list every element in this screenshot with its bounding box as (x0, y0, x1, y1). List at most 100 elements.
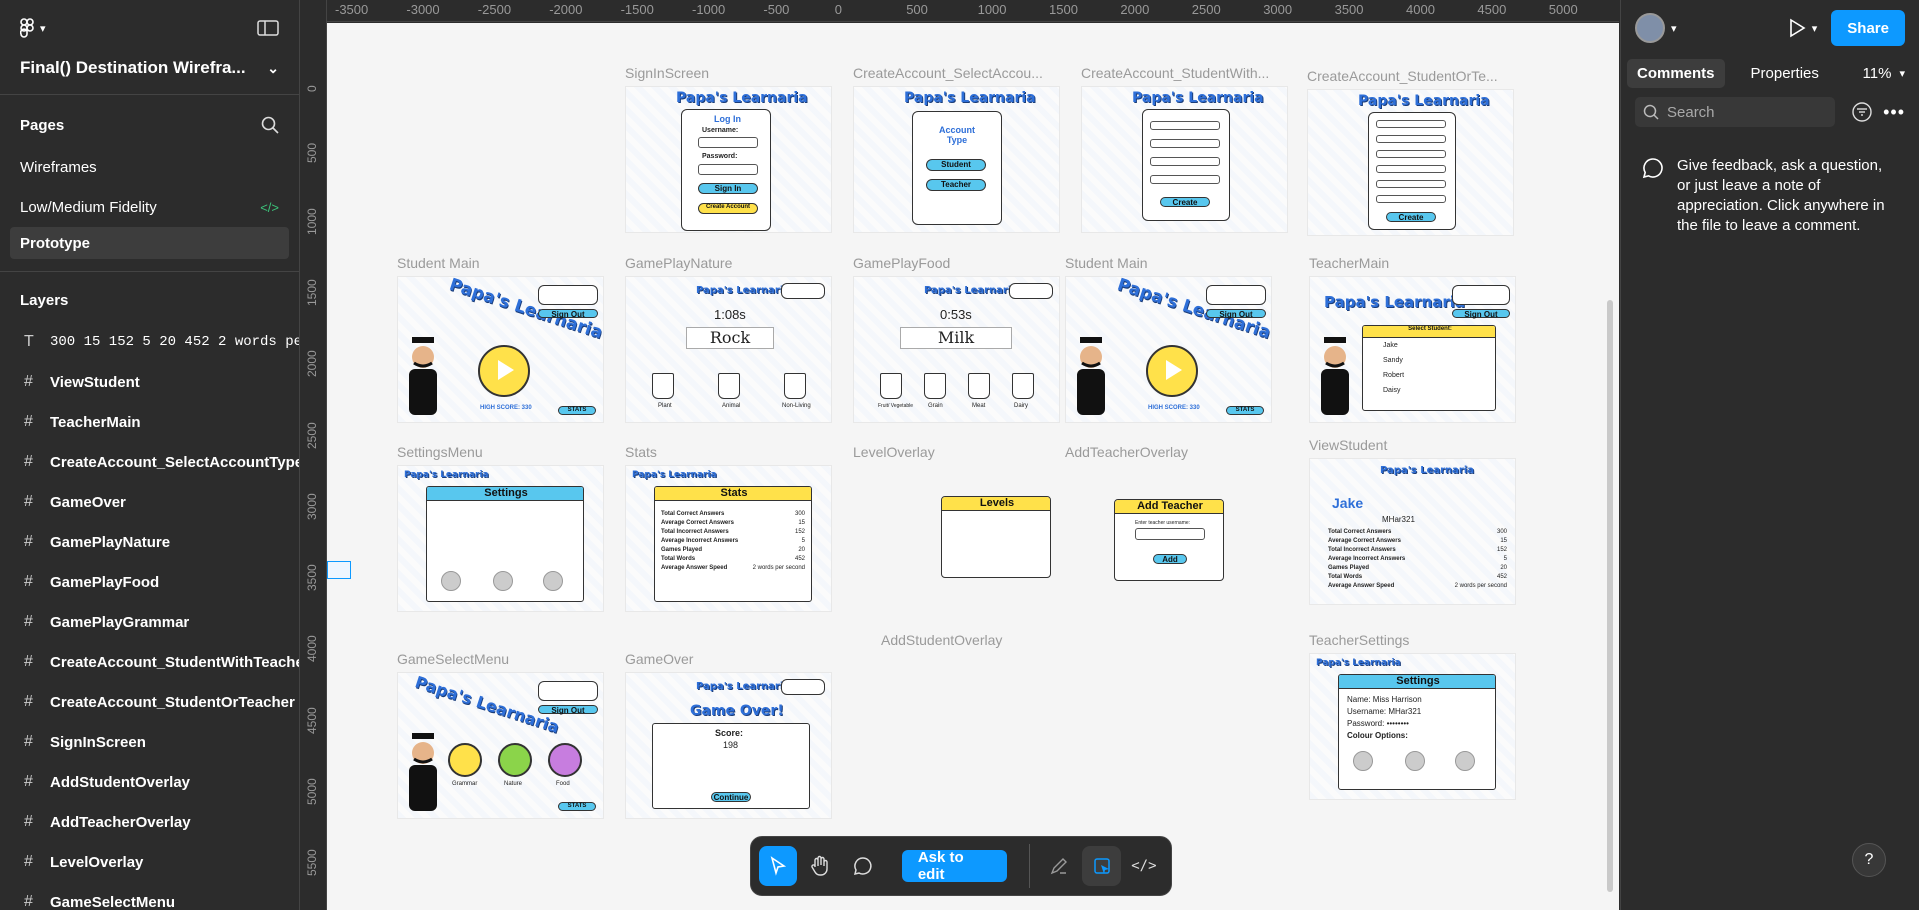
pen-icon (1051, 858, 1068, 875)
frame-stats[interactable]: Papa's Learnaria Stats Total Correct Ans… (625, 465, 832, 612)
bin-icon (718, 373, 740, 399)
more-options-icon[interactable]: ••• (1883, 102, 1905, 123)
layer-item[interactable]: T 300 15 152 5 20 452 2 words per second (0, 322, 299, 362)
frame-label-level[interactable]: LevelOverlay (853, 444, 935, 460)
frame-label-signin[interactable]: SignInScreen (625, 65, 709, 81)
colour-option (1405, 751, 1425, 771)
layer-item[interactable]: # TeacherMain (0, 402, 299, 442)
frame-student-with-teacher[interactable]: Papa's Learnaria Create (1081, 86, 1288, 233)
frame-add-teacher-overlay[interactable]: Add Teacher Enter teacher username: Add (1114, 499, 1224, 581)
frame-view-student[interactable]: Papa's Learnaria Jake MHar321 Total Corr… (1309, 458, 1516, 605)
stat-label: Average Incorrect Answers (661, 538, 739, 544)
chevron-down-icon[interactable]: ⌄ (267, 60, 279, 77)
layer-item[interactable]: # GameOver (0, 482, 299, 522)
frame-label-student-main[interactable]: Student Main (397, 255, 480, 271)
frame-label-student-main-2[interactable]: Student Main (1065, 255, 1148, 271)
stat-label: Average Answer Speed (661, 565, 728, 571)
frame-teacher-main[interactable]: Papa's Learnaria Sign Out Select Student… (1309, 276, 1516, 423)
design-canvas[interactable]: SignInScreen Papa's Learnaria Log In Use… (327, 23, 1619, 910)
user-badge (1206, 285, 1266, 305)
frame-label-settings[interactable]: SettingsMenu (397, 444, 483, 460)
layer-item[interactable]: # GameSelectMenu (0, 882, 299, 910)
tab-comments[interactable]: Comments (1627, 58, 1725, 88)
layer-item[interactable]: # LevelOverlay (0, 842, 299, 882)
stat-value: 300 (1496, 529, 1507, 535)
comments-search-input[interactable]: Search (1635, 97, 1835, 127)
frame-label-orteacher[interactable]: CreateAccount_StudentOrTe... (1307, 68, 1498, 84)
filter-icon[interactable] (1851, 101, 1873, 123)
frame-label-viewstudent[interactable]: ViewStudent (1309, 437, 1387, 453)
layers-heading: Layers (20, 291, 69, 309)
ask-to-edit-button[interactable]: Ask to edit (901, 849, 1008, 883)
comment-tool-button[interactable] (844, 846, 882, 886)
file-title-row[interactable]: Final() Destination Wirefra... ⌄ (0, 56, 299, 80)
layer-item[interactable]: # GamePlayFood (0, 562, 299, 602)
frame-game-select-menu[interactable]: Papa's Learnaria Sign Out Grammar Nature… (397, 672, 604, 819)
present-button[interactable]: ▾ (1788, 18, 1817, 38)
layer-item[interactable]: # ViewStudent (0, 362, 299, 402)
bin-icon (880, 373, 902, 399)
page-item-wireframes[interactable]: Wireframes (0, 147, 299, 187)
layer-item[interactable]: # CreateAccount_SelectAccountType (0, 442, 299, 482)
frame-label-food[interactable]: GamePlayFood (853, 255, 950, 271)
frame-label-addstudent[interactable]: AddStudentOverlay (881, 632, 1002, 648)
main-menu-button[interactable]: ▾ (20, 18, 46, 38)
frame-label-gameover[interactable]: GameOver (625, 651, 693, 667)
stat-label: Total Incorrect Answers (661, 529, 729, 535)
design-mode-button[interactable] (1082, 846, 1121, 886)
move-tool-button[interactable] (759, 846, 798, 886)
canvas-scrollbar[interactable] (1607, 300, 1613, 892)
search-icon[interactable] (261, 116, 279, 134)
frame-label-nature[interactable]: GamePlayNature (625, 255, 732, 271)
dev-mode-button[interactable]: </> (1125, 846, 1163, 886)
layer-item[interactable]: # GamePlayGrammar (0, 602, 299, 642)
frame-label-gameselect[interactable]: GameSelectMenu (397, 651, 509, 667)
hand-tool-button[interactable] (801, 846, 839, 886)
frame-gameplay-food[interactable]: Papa's Learnaria 0:53s Milk Fruit/ Veget… (853, 276, 1060, 423)
ruler-tick: 1500 (305, 279, 319, 306)
frame-label-teacher-main[interactable]: TeacherMain (1309, 255, 1389, 271)
layer-item[interactable]: # AddStudentOverlay (0, 762, 299, 802)
page-item-low-medium-fidelity[interactable]: Low/Medium Fidelity </> (0, 187, 299, 227)
frame-student-main-2[interactable]: Papa's Learnaria Sign Out HIGH SCORE: 33… (1065, 276, 1272, 423)
page-item-prototype[interactable]: Prototype (10, 227, 289, 259)
layer-item[interactable]: # CreateAccount_StudentWithTeacher (0, 642, 299, 682)
layer-item[interactable]: # GamePlayNature (0, 522, 299, 562)
frame-label-teachersettings[interactable]: TeacherSettings (1309, 632, 1409, 648)
stats-header: Stats (655, 487, 811, 501)
tab-properties[interactable]: Properties (1751, 65, 1819, 82)
chevron-down-icon: ▾ (1671, 22, 1677, 35)
frame-select-account[interactable]: Papa's Learnaria Account Type Student Te… (853, 86, 1060, 233)
stat-value: 452 (1496, 574, 1507, 580)
toggle-sidebar-icon[interactable] (257, 20, 279, 36)
frame-label-select[interactable]: CreateAccount_SelectAccou... (853, 65, 1043, 81)
frame-game-over[interactable]: Papa's Learnaria Game Over! Score: 198 C… (625, 672, 832, 819)
frame-icon: # (24, 373, 33, 390)
frame-label-stats[interactable]: Stats (625, 444, 657, 460)
frame-label-addteacher[interactable]: AddTeacherOverlay (1065, 444, 1188, 460)
selected-frame-marker[interactable] (327, 561, 351, 579)
frame-level-overlay[interactable]: Levels (941, 496, 1051, 578)
brand-logo: Papa's Learnaria (1132, 90, 1264, 106)
layer-item[interactable]: # CreateAccount_StudentOrTeacher (0, 682, 299, 722)
frame-student-or-teacher[interactable]: Papa's Learnaria Create (1307, 89, 1514, 236)
frame-teacher-settings[interactable]: Papa's Learnaria Settings Name: Miss Har… (1309, 653, 1516, 800)
settings-header: Settings (427, 487, 583, 501)
layer-item[interactable]: # AddTeacherOverlay (0, 802, 299, 842)
share-button[interactable]: Share (1831, 10, 1905, 46)
frame-gameplay-nature[interactable]: Papa's Learnaria 1:08s Rock Plant Animal… (625, 276, 832, 423)
help-button[interactable]: ? (1852, 843, 1886, 877)
bin-icon (968, 373, 990, 399)
frame-settings-menu[interactable]: Papa's Learnaria Settings (397, 465, 604, 612)
zoom-control[interactable]: 11% ▾ (1863, 65, 1905, 82)
form-field (1376, 165, 1446, 173)
stat-label: Total Correct Answers (1328, 529, 1392, 535)
layer-item[interactable]: # SignInScreen (0, 722, 299, 762)
frame-signin[interactable]: Papa's Learnaria Log In Username: Passwo… (625, 86, 832, 233)
frame-student-main[interactable]: Papa's Learnaria Sign Out HIGH SCORE: 33… (397, 276, 604, 423)
draw-mode-button[interactable] (1040, 846, 1078, 886)
user-badge (1452, 285, 1510, 305)
play-icon (478, 345, 530, 397)
account-menu[interactable]: ▾ (1635, 13, 1677, 43)
frame-label-withteacher[interactable]: CreateAccount_StudentWith... (1081, 65, 1269, 81)
